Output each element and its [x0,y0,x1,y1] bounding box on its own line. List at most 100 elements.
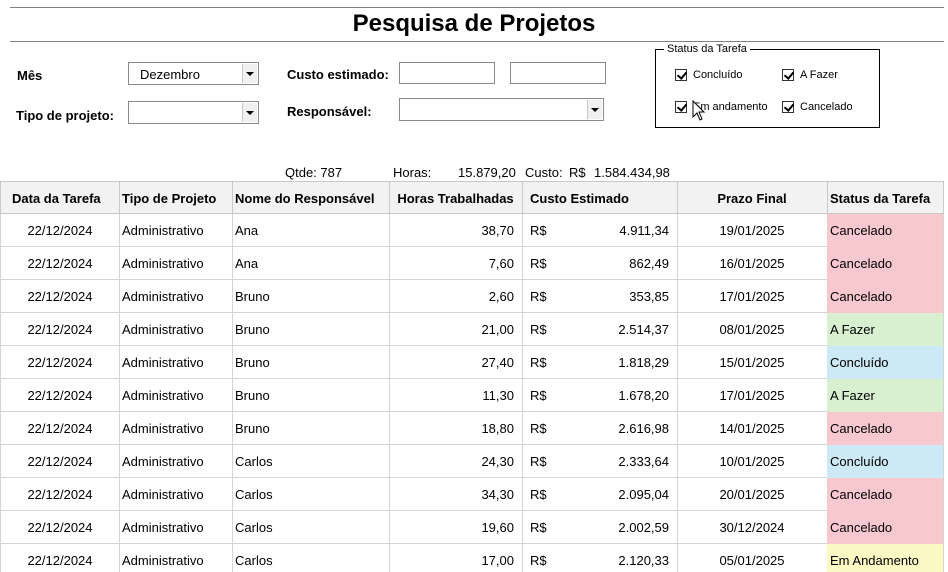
cell-moeda[interactable]: R$ [522,313,562,346]
cell-custo[interactable]: 353,85 [560,280,678,313]
custo-min-input[interactable] [399,62,495,84]
cell-moeda[interactable]: R$ [522,280,562,313]
cell-nome[interactable]: Bruno [232,280,390,313]
cell-data[interactable]: 22/12/2024 [0,214,120,247]
table-row[interactable]: 22/12/2024 Administrativo Carlos 34,30 R$ 2.0… [0,478,944,511]
cell-tipo[interactable]: Administrativo [119,346,233,379]
cell-status[interactable]: Cancelado [827,214,944,247]
cell-nome[interactable]: Bruno [232,346,390,379]
cell-custo[interactable]: 2.333,64 [560,445,678,478]
mes-combobox[interactable]: Dezembro [128,62,259,85]
col-header-status[interactable]: Status da Tarefa [827,182,944,215]
cell-custo[interactable]: 4.911,34 [560,214,678,247]
cell-horas[interactable]: 7,60 [389,247,523,280]
cell-prazo[interactable]: 30/12/2024 [677,511,828,544]
cell-data[interactable]: 22/12/2024 [0,544,120,572]
col-header-data[interactable]: Data da Tarefa [0,182,120,215]
col-header-horas[interactable]: Horas Trabalhadas [389,182,523,215]
checkbox-checked-icon[interactable] [675,101,687,113]
cell-moeda[interactable]: R$ [522,214,562,247]
cell-moeda[interactable]: R$ [522,445,562,478]
cell-horas[interactable]: 34,30 [389,478,523,511]
table-row[interactable]: 22/12/2024 Administrativo Bruno 21,00 R$ 2.51… [0,313,944,346]
cell-nome[interactable]: Bruno [232,379,390,412]
cell-status[interactable]: Cancelado [827,247,944,280]
cell-custo[interactable]: 1.678,20 [560,379,678,412]
cell-nome[interactable]: Carlos [232,544,390,572]
cell-prazo[interactable]: 08/01/2025 [677,313,828,346]
cell-moeda[interactable]: R$ [522,346,562,379]
cell-status[interactable]: Concluído [827,346,944,379]
cell-data[interactable]: 22/12/2024 [0,280,120,313]
cell-prazo[interactable]: 19/01/2025 [677,214,828,247]
cell-status[interactable]: A Fazer [827,313,944,346]
cell-tipo[interactable]: Administrativo [119,280,233,313]
cell-tipo[interactable]: Administrativo [119,313,233,346]
cell-status[interactable]: Cancelado [827,478,944,511]
checkbox-checked-icon[interactable] [782,101,794,113]
cell-status[interactable]: Concluído [827,445,944,478]
cell-prazo[interactable]: 20/01/2025 [677,478,828,511]
cell-moeda[interactable]: R$ [522,544,562,572]
col-header-custo[interactable]: Custo Estimado [522,182,678,215]
checkbox-concluido[interactable]: Concluído [675,69,743,81]
cell-prazo[interactable]: 15/01/2025 [677,346,828,379]
responsavel-combobox[interactable] [399,98,604,121]
cell-nome[interactable]: Carlos [232,511,390,544]
cell-moeda[interactable]: R$ [522,412,562,445]
cell-tipo[interactable]: Administrativo [119,214,233,247]
cell-custo[interactable]: 1.818,29 [560,346,678,379]
table-row[interactable]: 22/12/2024 Administrativo Bruno 11,30 R$ 1.67… [0,379,944,412]
cell-horas[interactable]: 11,30 [389,379,523,412]
checkbox-checked-icon[interactable] [782,69,794,81]
cell-data[interactable]: 22/12/2024 [0,247,120,280]
cell-data[interactable]: 22/12/2024 [0,445,120,478]
cell-custo[interactable]: 2.095,04 [560,478,678,511]
cell-data[interactable]: 22/12/2024 [0,412,120,445]
cell-horas[interactable]: 21,00 [389,313,523,346]
table-row[interactable]: 22/12/2024 Administrativo Carlos 19,60 R$ 2.0… [0,511,944,544]
cell-moeda[interactable]: R$ [522,511,562,544]
table-row[interactable]: 22/12/2024 Administrativo Carlos 24,30 R$ 2.3… [0,445,944,478]
checkbox-em-andamento[interactable]: Em andamento [675,101,768,113]
custo-max-input[interactable] [510,62,606,84]
cell-data[interactable]: 22/12/2024 [0,379,120,412]
cell-prazo[interactable]: 16/01/2025 [677,247,828,280]
col-header-tipo[interactable]: Tipo de Projeto [119,182,233,215]
table-row[interactable]: 22/12/2024 Administrativo Carlos 17,00 R$ 2.1… [0,544,944,572]
cell-nome[interactable]: Bruno [232,313,390,346]
cell-horas[interactable]: 27,40 [389,346,523,379]
cell-moeda[interactable]: R$ [522,478,562,511]
cell-data[interactable]: 22/12/2024 [0,313,120,346]
cell-tipo[interactable]: Administrativo [119,445,233,478]
cell-moeda[interactable]: R$ [522,379,562,412]
cell-horas[interactable]: 38,70 [389,214,523,247]
cell-status[interactable]: Cancelado [827,280,944,313]
cell-prazo[interactable]: 14/01/2025 [677,412,828,445]
checkbox-a-fazer[interactable]: A Fazer [782,69,838,81]
cell-custo[interactable]: 862,49 [560,247,678,280]
responsavel-dropdown-button[interactable] [587,100,602,119]
tipo-projeto-combobox[interactable] [128,101,259,124]
col-header-nome[interactable]: Nome do Responsável [232,182,390,215]
checkbox-checked-icon[interactable] [675,69,687,81]
cell-nome[interactable]: Carlos [232,445,390,478]
cell-horas[interactable]: 24,30 [389,445,523,478]
cell-status[interactable]: Cancelado [827,511,944,544]
cell-tipo[interactable]: Administrativo [119,379,233,412]
cell-prazo[interactable]: 17/01/2025 [677,280,828,313]
table-row[interactable]: 22/12/2024 Administrativo Ana 38,70 R$ 4.911,… [0,214,944,247]
checkbox-cancelado[interactable]: Cancelado [782,101,853,113]
cell-horas[interactable]: 17,00 [389,544,523,572]
cell-prazo[interactable]: 10/01/2025 [677,445,828,478]
cell-horas[interactable]: 19,60 [389,511,523,544]
cell-tipo[interactable]: Administrativo [119,412,233,445]
cell-tipo[interactable]: Administrativo [119,544,233,572]
tipo-projeto-dropdown-button[interactable] [242,103,257,122]
cell-custo[interactable]: 2.616,98 [560,412,678,445]
cell-status[interactable]: Em Andamento [827,544,944,572]
cell-custo[interactable]: 2.120,33 [560,544,678,572]
cell-prazo[interactable]: 05/01/2025 [677,544,828,572]
table-row[interactable]: 22/12/2024 Administrativo Bruno 2,60 R$ 353,8… [0,280,944,313]
table-row[interactable]: 22/12/2024 Administrativo Bruno 27,40 R$ 1.81… [0,346,944,379]
